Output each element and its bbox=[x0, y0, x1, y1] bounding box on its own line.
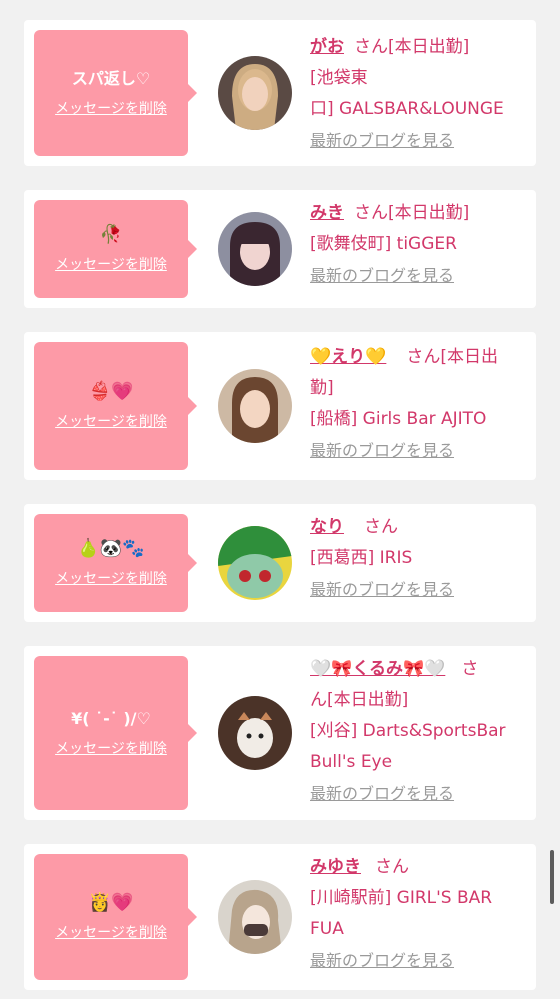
delete-message-link[interactable]: メッセージを削除 bbox=[55, 922, 167, 942]
cast-info: みき さん[本日出勤] [歌舞伎町] tiGGER 最新のブログを見る bbox=[310, 198, 528, 292]
delete-message-link[interactable]: メッセージを削除 bbox=[55, 411, 167, 431]
message-text: 👙💗 bbox=[88, 381, 134, 402]
avatar[interactable] bbox=[218, 880, 292, 954]
shop-name-cont: 口] GALSBAR&LOUNGE bbox=[310, 99, 504, 119]
message-bubble: スパ返し♡ メッセージを削除 bbox=[34, 30, 197, 156]
honorific: さん bbox=[354, 203, 388, 223]
cast-name-link[interactable]: みき bbox=[310, 203, 344, 223]
cast-info: 💛えり💛 さん[本日出 勤] [船橋] Girls Bar AJITO 最新のブロ… bbox=[310, 342, 528, 467]
avatar[interactable] bbox=[218, 696, 292, 770]
cast-name-link[interactable]: みゆき bbox=[310, 857, 361, 877]
cast-name-link[interactable]: がお bbox=[310, 37, 344, 57]
cast-card: 🥀 メッセージを削除 みき さん[本日出勤] [歌舞伎町] tiGGER 最新のブ… bbox=[24, 190, 536, 308]
cast-info: なり さん [西葛西] IRIS 最新のブログを見る bbox=[310, 512, 528, 606]
status-badge: [本日出勤] bbox=[388, 203, 470, 223]
delete-message-link[interactable]: メッセージを削除 bbox=[55, 738, 167, 758]
cast-info: 🤍🎀くるみ🎀🤍 さ ん[本日出勤] [刈谷] Darts&SportsBar Bu… bbox=[310, 654, 528, 810]
shop-name: [池袋東 bbox=[310, 68, 368, 88]
delete-message-link[interactable]: メッセージを削除 bbox=[55, 98, 167, 118]
message-bubble: ¥( ˙-˙ )/♡ メッセージを削除 bbox=[34, 656, 197, 810]
cast-card: ¥( ˙-˙ )/♡ メッセージを削除 🤍🎀くるみ🎀🤍 さ ん[本日出勤] [刈谷… bbox=[24, 646, 536, 820]
shop-name: [歌舞伎町] tiGGER bbox=[310, 234, 457, 254]
latest-blog-link[interactable]: 最新のブログを見る bbox=[310, 435, 454, 466]
shop-name-cont: FUA bbox=[310, 919, 344, 939]
message-bubble: 🍐🐼🐾 メッセージを削除 bbox=[34, 514, 197, 612]
cast-card: 👙💗 メッセージを削除 💛えり💛 さん[本日出 勤] [船橋] Girls Bar… bbox=[24, 332, 536, 480]
honorific: さん bbox=[375, 857, 409, 877]
message-text: スパ返し♡ bbox=[71, 69, 151, 88]
avatar[interactable] bbox=[218, 369, 292, 443]
latest-blog-link[interactable]: 最新のブログを見る bbox=[310, 945, 454, 976]
status-badge: [本日出 bbox=[440, 347, 498, 367]
shop-name: [船橋] Girls Bar AJITO bbox=[310, 409, 487, 429]
cast-info: がお さん[本日出勤] [池袋東 口] GALSBAR&LOUNGE 最新のブログ… bbox=[310, 32, 528, 157]
message-bubble: 🥀 メッセージを削除 bbox=[34, 200, 197, 298]
latest-blog-link[interactable]: 最新のブログを見る bbox=[310, 778, 454, 809]
message-text: 🥀 bbox=[99, 224, 123, 245]
cast-card: スパ返し♡ メッセージを削除 がお さん[本日出勤] [池袋東 口] GALSBA… bbox=[24, 20, 536, 166]
honorific: さん bbox=[364, 517, 398, 537]
message-bubble: 👸💗 メッセージを削除 bbox=[34, 854, 197, 980]
honorific: さん bbox=[354, 37, 388, 57]
latest-blog-link[interactable]: 最新のブログを見る bbox=[310, 125, 454, 156]
message-bubble: 👙💗 メッセージを削除 bbox=[34, 342, 197, 470]
honorific-wrap: ん bbox=[310, 690, 327, 710]
avatar[interactable] bbox=[218, 212, 292, 286]
favorite-cast-list: スパ返し♡ メッセージを削除 がお さん[本日出勤] [池袋東 口] GALSBA… bbox=[0, 0, 560, 999]
latest-blog-link[interactable]: 最新のブログを見る bbox=[310, 260, 454, 291]
status-badge: [本日出勤] bbox=[327, 690, 409, 710]
cast-name-link[interactable]: 🤍🎀くるみ🎀🤍 bbox=[310, 659, 445, 679]
cast-name-link[interactable]: 💛えり💛 bbox=[310, 347, 386, 367]
shop-name: [川崎駅前] GIRL'S BAR bbox=[310, 888, 493, 908]
cast-card: 🍐🐼🐾 メッセージを削除 なり さん [西葛西] IRIS 最新のブログを見る bbox=[24, 504, 536, 622]
avatar[interactable] bbox=[218, 56, 292, 130]
message-text: 👸💗 bbox=[88, 892, 134, 913]
shop-name-cont: Bull's Eye bbox=[310, 752, 393, 772]
scrollbar[interactable] bbox=[550, 850, 554, 904]
delete-message-link[interactable]: メッセージを削除 bbox=[55, 568, 167, 588]
latest-blog-link[interactable]: 最新のブログを見る bbox=[310, 574, 454, 605]
shop-name: [刈谷] Darts&SportsBar bbox=[310, 721, 506, 741]
avatar[interactable] bbox=[218, 526, 292, 600]
shop-name: [西葛西] IRIS bbox=[310, 548, 413, 568]
honorific: さ bbox=[461, 659, 479, 679]
status-badge-wrap: 勤] bbox=[310, 378, 334, 398]
cast-info: みゆき さん [川崎駅前] GIRL'S BAR FUA 最新のブログを見る bbox=[310, 852, 528, 977]
message-text: ¥( ˙-˙ )/♡ bbox=[71, 709, 151, 728]
cast-card: 👸💗 メッセージを削除 みゆき さん [川崎駅前] GIRL'S BAR FUA … bbox=[24, 844, 536, 990]
delete-message-link[interactable]: メッセージを削除 bbox=[55, 254, 167, 274]
honorific: さん bbox=[406, 347, 441, 367]
status-badge: [本日出勤] bbox=[388, 37, 470, 57]
message-text: 🍐🐼🐾 bbox=[77, 538, 145, 559]
cast-name-link[interactable]: なり bbox=[310, 517, 344, 537]
